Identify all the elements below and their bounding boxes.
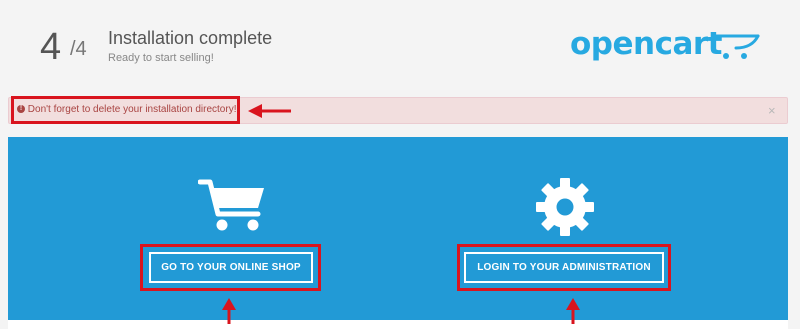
completion-panel [8, 137, 788, 329]
step-current: 4 [40, 26, 62, 68]
alert-close-button[interactable]: × [768, 103, 776, 118]
logo-text: opencart [570, 26, 722, 62]
step-total: /4 [70, 38, 87, 60]
gear-icon [536, 178, 594, 236]
logo-cart-icon [712, 34, 760, 59]
page-header: 4 /4 Installation complete Ready to star… [0, 0, 800, 90]
annotation-arrow-up-shop [222, 298, 236, 324]
login-admin-button[interactable]: LOGIN TO YOUR ADMINISTRATION [464, 252, 664, 283]
page-title: Installation complete [108, 28, 273, 48]
shopping-cart-icon [198, 179, 264, 231]
panel-footer-strip [8, 320, 788, 329]
annotation-box-alert [11, 96, 240, 124]
page-subtitle: Ready to start selling! [108, 52, 214, 64]
opencart-logo: opencart [570, 26, 770, 66]
annotation-arrow-left [248, 104, 291, 118]
go-to-shop-button[interactable]: GO TO YOUR ONLINE SHOP [149, 252, 313, 283]
annotation-arrow-up-admin [566, 298, 580, 324]
